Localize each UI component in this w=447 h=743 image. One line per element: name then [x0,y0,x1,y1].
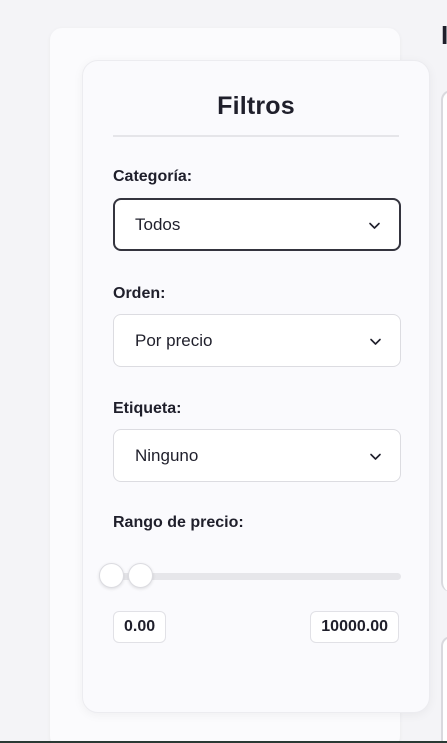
chevron-down-icon [370,453,381,460]
tag-selected-value: Ninguno [135,445,199,465]
order-selected-value: Por precio [135,330,213,350]
price-max-thumb[interactable] [128,563,153,588]
order-select[interactable]: Por precio [113,314,401,367]
price-range-track[interactable] [113,573,401,580]
category-selected-value: Todos [135,214,181,234]
cropped-heading-fragment: I [441,20,447,50]
price-min-value: 0.00 [113,611,167,643]
filters-panel: Filtros Categoría: Todos Orden: Por prec… [82,60,430,713]
price-range-label: Rango de precio: [113,514,244,531]
category-label: Categoría: [113,168,193,185]
tag-select[interactable]: Ninguno [113,429,401,482]
price-min-thumb[interactable] [99,563,124,588]
tag-label: Etiqueta: [113,400,182,417]
order-label: Orden: [113,285,166,302]
chevron-down-icon [370,338,381,345]
price-max-value: 10000.00 [310,611,399,643]
product-card-partial[interactable] [441,90,447,592]
title-divider [113,135,399,137]
product-card-partial-lower[interactable] [441,636,447,743]
filters-title: Filtros [217,92,295,120]
page: I Filtros Categoría: Todos Orden: Por pr… [0,0,447,743]
category-select[interactable]: Todos [113,198,401,251]
chevron-down-icon [369,222,380,229]
